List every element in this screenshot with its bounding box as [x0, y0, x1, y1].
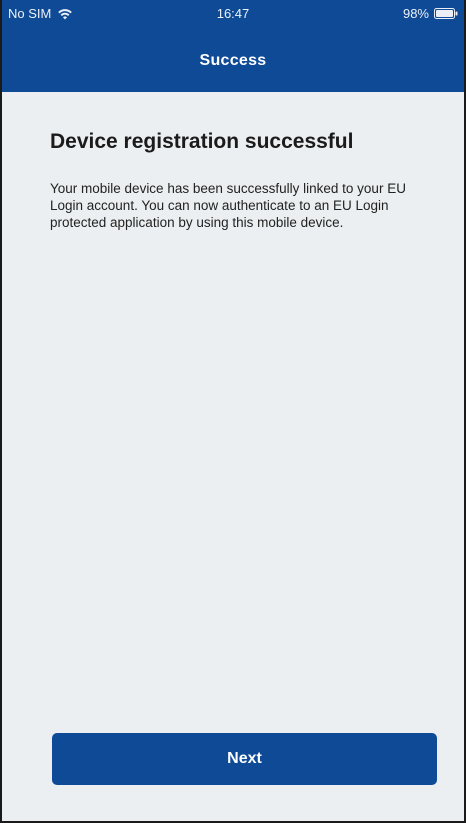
status-time: 16:47 — [216, 6, 250, 21]
header-bar: No SIM 16:47 98% Success — [2, 0, 464, 92]
status-bar: No SIM 16:47 98% — [2, 0, 464, 30]
battery-percent: 98% — [402, 6, 429, 21]
next-button[interactable]: Next — [52, 733, 437, 785]
success-heading: Device registration successful — [50, 130, 354, 153]
battery-icon — [434, 8, 458, 19]
phone-screen: No SIM 16:47 98% Success Device registra… — [0, 0, 466, 823]
page-title: Success — [199, 52, 267, 69]
success-message: Your mobile device has been successfully… — [50, 181, 406, 230]
main-content: Device registration successful Your mobi… — [2, 92, 464, 732]
status-right: 98% — [403, 6, 458, 21]
